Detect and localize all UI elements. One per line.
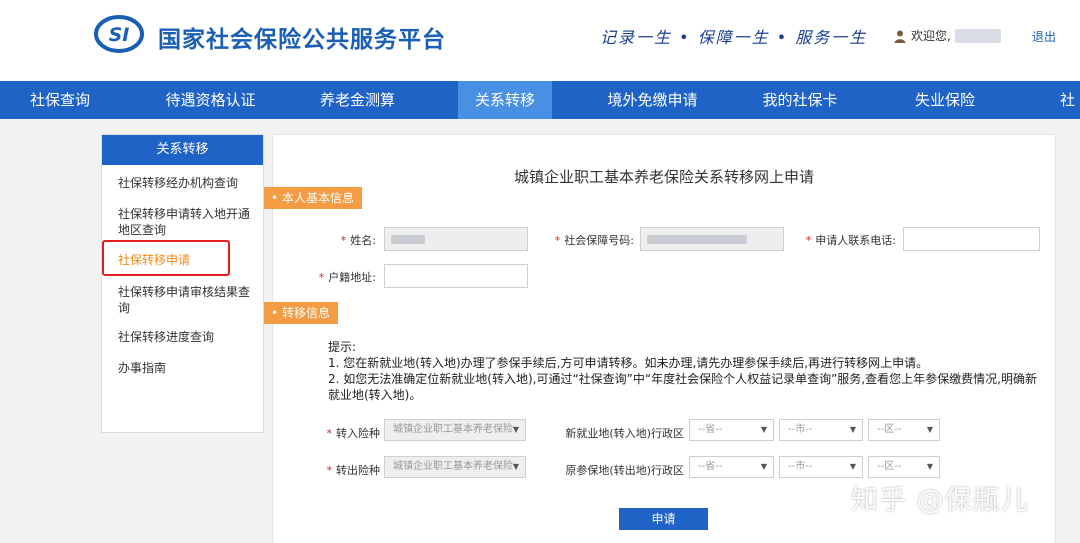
- sidebar-item-agency-query[interactable]: 社保转移经办机构查询: [118, 175, 258, 191]
- ssn-field: [640, 227, 784, 251]
- user-icon: [894, 30, 906, 43]
- new-city-select[interactable]: --市-- ▼: [779, 419, 863, 441]
- address-label: * 户籍地址:: [318, 271, 376, 284]
- user-area: 欢迎您,: [893, 27, 1001, 44]
- nav-item-my-card[interactable]: 我的社保卡: [745, 81, 855, 119]
- site-title[interactable]: 国家社会保险公共服务平台: [158, 20, 446, 54]
- tip-1: 1. 您在新就业地(转入地)办理了参保手续后,方可申请转移。如未办理,请先办理参…: [328, 356, 929, 370]
- logout-link[interactable]: 退出: [1032, 28, 1056, 45]
- phone-input[interactable]: [903, 227, 1040, 251]
- tips-title: 提示:: [328, 340, 357, 354]
- dropdown-arrow-icon: ▼: [512, 462, 519, 471]
- slogan: 记录一生 • 保障一生 • 服务一生: [600, 28, 868, 47]
- nav-item-qualification[interactable]: 待遇资格认证: [138, 81, 283, 119]
- section-basic-info: 本人基本信息: [264, 187, 363, 209]
- ssn-label: * 社会保障号码:: [554, 234, 634, 247]
- section-transfer-info: 转移信息: [264, 302, 339, 324]
- phone-label: * 申请人联系电话:: [805, 234, 896, 247]
- dropdown-arrow-icon: ▼: [849, 425, 856, 434]
- dropdown-arrow-icon: ▼: [760, 425, 767, 434]
- old-city-select[interactable]: --市-- ▼: [779, 456, 863, 478]
- old-district-select[interactable]: --区-- ▼: [868, 456, 940, 478]
- old-area-label: 原参保地(转出地)行政区: [565, 464, 684, 477]
- in-type-label: * 转入险种: [326, 427, 381, 440]
- si-logo-icon: SI: [94, 15, 144, 53]
- sidebar-item-guide[interactable]: 办事指南: [118, 360, 258, 376]
- main-nav: 社保查询 待遇资格认证 养老金测算 关系转移 境外免缴申请 我的社保卡 失业保险…: [0, 81, 1080, 119]
- redacted-value: [647, 235, 747, 244]
- tip-2: 2. 如您无法准确定位新就业地(转入地),可通过“社保查询”中“年度社会保险个人…: [328, 372, 1037, 402]
- nav-item-pension-calc[interactable]: 养老金测算: [300, 81, 415, 119]
- sidebar-item-review-result[interactable]: 社保转移申请审核结果查询: [118, 284, 258, 316]
- address-input[interactable]: [384, 264, 528, 288]
- dropdown-arrow-icon: ▼: [926, 425, 933, 434]
- username-redacted: [954, 28, 1001, 43]
- dropdown-arrow-icon: ▼: [926, 462, 933, 471]
- redacted-value: [391, 235, 425, 244]
- nav-item-transfer[interactable]: 关系转移: [458, 81, 552, 119]
- dropdown-arrow-icon: ▼: [512, 425, 519, 434]
- header: SI 国家社会保险公共服务平台 记录一生 • 保障一生 • 服务一生 欢迎您, …: [0, 0, 1080, 81]
- tips-block: 提示: 1. 您在新就业地(转入地)办理了参保手续后,方可申请转移。如未办理,请…: [328, 339, 1048, 403]
- sidebar: 关系转移 社保转移经办机构查询 社保转移申请转入地开通地区查询 社保转移申请 社…: [101, 134, 264, 433]
- out-type-select: 城镇企业职工基本养老保险 ▼: [384, 456, 526, 478]
- nav-item-unemployment[interactable]: 失业保险: [895, 81, 995, 119]
- dropdown-arrow-icon: ▼: [849, 462, 856, 471]
- submit-button[interactable]: 申请: [619, 508, 708, 530]
- name-label: * 姓名:: [340, 234, 376, 247]
- watermark: 知乎 @保瓶儿: [851, 485, 1029, 516]
- name-field: [384, 227, 528, 251]
- in-type-select: 城镇企业职工基本养老保险 ▼: [384, 419, 526, 441]
- nav-item-more[interactable]: 社: [1060, 81, 1080, 119]
- old-province-select[interactable]: --省-- ▼: [689, 456, 774, 478]
- nav-item-overseas[interactable]: 境外免缴申请: [590, 81, 715, 119]
- new-area-label: 新就业地(转入地)行政区: [565, 427, 684, 440]
- nav-item-social-query[interactable]: 社保查询: [0, 81, 120, 119]
- sidebar-item-progress[interactable]: 社保转移进度查询: [118, 329, 258, 345]
- sidebar-title: 关系转移: [102, 135, 263, 165]
- welcome-text: 欢迎您,: [911, 29, 951, 43]
- highlight-annotation: [102, 240, 230, 276]
- new-district-select[interactable]: --区-- ▼: [868, 419, 940, 441]
- out-type-label: * 转出险种: [326, 464, 381, 477]
- new-province-select[interactable]: --省-- ▼: [689, 419, 774, 441]
- form-title: 城镇企业职工基本养老保险关系转移网上申请: [513, 168, 814, 186]
- sidebar-item-open-area-query[interactable]: 社保转移申请转入地开通地区查询: [118, 206, 258, 238]
- dropdown-arrow-icon: ▼: [760, 462, 767, 471]
- logo-text: SI: [109, 24, 130, 46]
